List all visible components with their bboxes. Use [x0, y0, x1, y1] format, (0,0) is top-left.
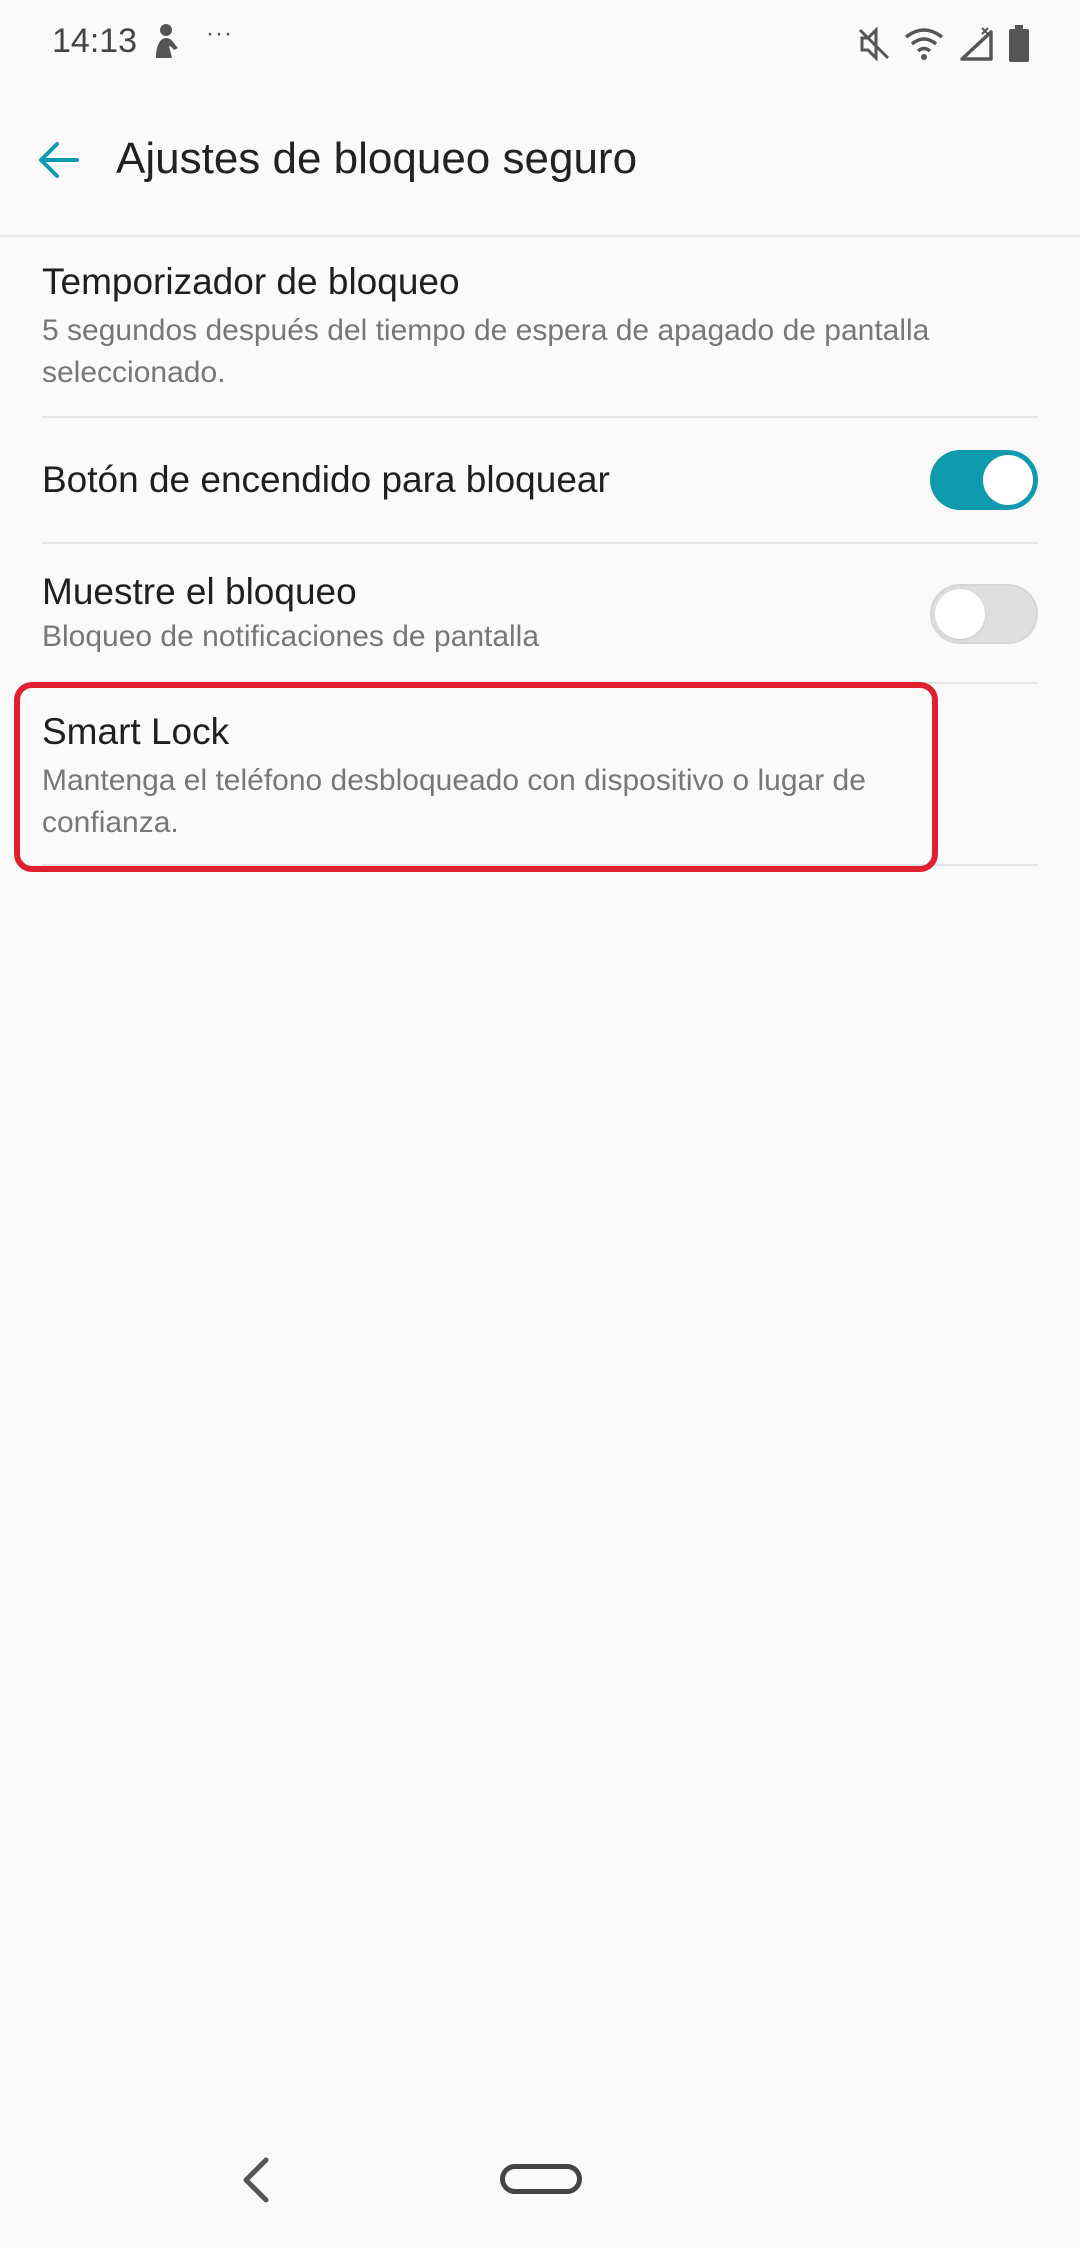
setting-title: Smart Lock: [42, 711, 230, 752]
status-time: 14:13: [52, 22, 138, 60]
power-button-lock-toggle[interactable]: [930, 450, 1038, 510]
nav-back-icon[interactable]: [230, 2148, 280, 2212]
setting-subtitle: Mantenga el teléfono desbloqueado con di…: [42, 764, 866, 839]
signal-icon: [958, 26, 994, 62]
setting-show-lock[interactable]: Muestre el bloqueo Bloqueo de notificaci…: [42, 544, 1038, 684]
status-icons: [858, 22, 1030, 66]
mute-icon: [858, 26, 890, 62]
status-bar: 14:13 ···: [0, 0, 1080, 90]
navigation-bar: [0, 2118, 1080, 2248]
show-lock-toggle[interactable]: [930, 584, 1038, 644]
setting-smart-lock[interactable]: Smart Lock Mantenga el teléfono desbloqu…: [42, 684, 1038, 866]
setting-title: Muestre el bloqueo: [42, 571, 357, 612]
arrow-left-icon: [39, 142, 79, 178]
back-button[interactable]: [28, 130, 88, 190]
app-bar: Ajustes de bloqueo seguro: [0, 90, 1080, 237]
toggle-knob: [983, 455, 1033, 505]
setting-title: Temporizador de bloqueo: [42, 261, 460, 302]
battery-icon: [1008, 25, 1030, 63]
setting-title: Botón de encendido para bloquear: [42, 459, 610, 500]
setting-subtitle: 5 segundos después del tiempo de espera …: [42, 314, 930, 389]
wifi-icon: [904, 27, 944, 61]
more-notifications-indicator: ···: [206, 20, 233, 47]
toggle-knob: [935, 589, 985, 639]
page-title: Ajustes de bloqueo seguro: [116, 134, 638, 183]
setting-subtitle: Bloqueo de notificaciones de pantalla: [42, 620, 540, 653]
nav-home-icon[interactable]: [500, 2164, 582, 2194]
user-notification-icon: [148, 22, 184, 62]
setting-power-button-lock[interactable]: Botón de encendido para bloquear: [42, 418, 1038, 544]
setting-lock-timer[interactable]: Temporizador de bloqueo 5 segundos despu…: [42, 258, 1038, 418]
